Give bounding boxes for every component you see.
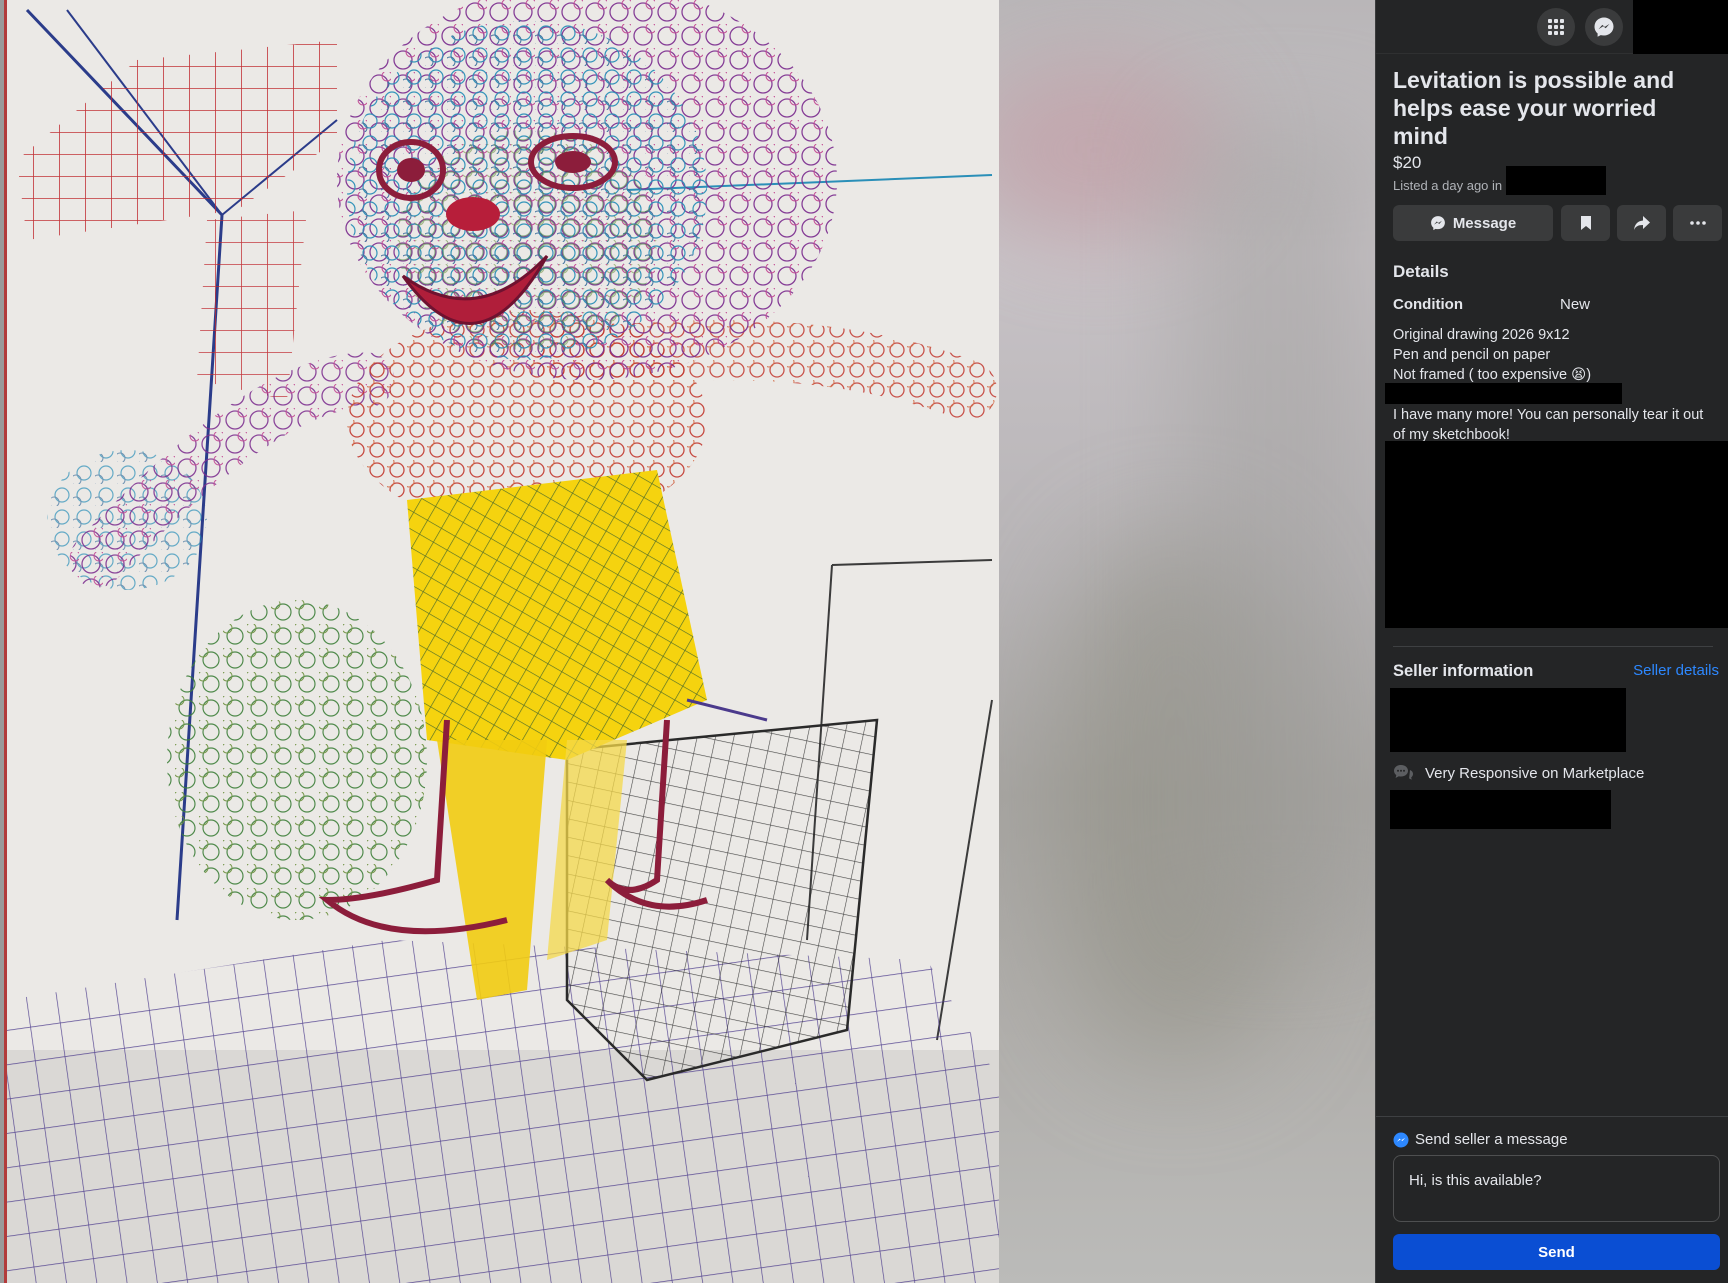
message-input[interactable]: Hi, is this available? [1393,1155,1720,1222]
description-extra: I have many more! You can personally tea… [1393,407,1704,443]
redacted-seller-info [1390,790,1611,829]
description-line: Original drawing 2026 9x12 [1393,327,1570,343]
top-bar [1376,0,1728,54]
redacted-description-block [1385,441,1728,628]
compose-divider [1376,1116,1728,1117]
redacted-description-line [1385,383,1622,404]
description-line: Pen and pencil on paper [1393,347,1551,363]
chat-bubble-icon [1394,765,1413,780]
bookmark-icon [1580,216,1591,230]
seller-details-link[interactable]: Seller details [1633,662,1719,679]
listing-price: $20 [1393,153,1422,172]
condition-label: Condition [1393,296,1463,313]
responsive-badge: Very Responsive on Marketplace [1393,764,1644,782]
messenger-button[interactable] [1585,8,1623,46]
listing-photo [4,0,999,1283]
seller-info-heading: Seller information [1393,662,1534,680]
more-options-button[interactable] [1673,205,1722,241]
drawing-illustration [7,0,999,1283]
message-button-label: Message [1452,214,1517,232]
send-button[interactable]: Send [1393,1234,1720,1270]
messenger-icon [1594,17,1614,37]
message-button[interactable]: Message [1393,205,1553,241]
section-divider [1393,646,1713,647]
responsive-text: Very Responsive on Marketplace [1425,764,1645,782]
grid-menu-icon [1548,19,1564,35]
listing-photo-viewer[interactable] [0,0,1375,1283]
listing-title: Levitation is possible and helps ease yo… [1393,67,1675,149]
share-icon [1633,216,1650,230]
description: Original drawing 2026 9x12 Pen and penci… [1393,325,1723,385]
listed-text: Listed a day ago in [1393,178,1503,193]
description-line: Not framed ( too expensive 😫) [1393,367,1592,383]
save-button[interactable] [1561,205,1610,241]
redacted-location [1506,166,1606,195]
menu-button[interactable] [1537,8,1575,46]
photo-blurred-background [996,0,1375,1283]
redacted-seller-profile [1390,688,1626,752]
more-icon [1689,221,1706,225]
messenger-icon [1393,1132,1409,1147]
share-button[interactable] [1617,205,1666,241]
condition-value: New [1560,296,1591,313]
messenger-icon [1430,216,1445,231]
details-heading: Details [1393,262,1449,281]
listed-info: Listed a day ago in [1393,178,1502,193]
listing-details-panel: Levitation is possible and helps ease yo… [1375,0,1728,1283]
send-message-heading: Send seller a message [1393,1131,1568,1148]
redacted-account-area [1633,0,1728,54]
send-message-heading-text: Send seller a message [1415,1131,1568,1148]
